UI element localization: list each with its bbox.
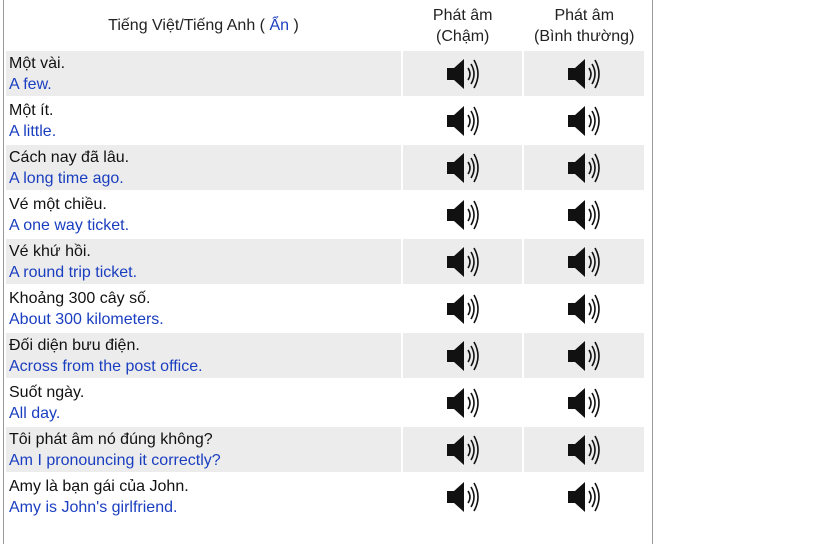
slow-audio-cell xyxy=(402,51,523,96)
table-row: Một ít. A little. xyxy=(6,98,644,143)
phrase-cell: Amy là bạn gái của John. Amy is John's gi… xyxy=(6,474,401,519)
phrase-cell: Một vài. A few. xyxy=(6,51,401,96)
normal-audio-cell xyxy=(524,286,644,331)
speaker-icon[interactable] xyxy=(564,383,604,423)
column-header-normal-line1: Phát âm xyxy=(554,6,615,24)
table-row: Cách nay đã lâu. A long time ago. xyxy=(6,145,644,190)
english-text: A little. xyxy=(9,122,57,140)
english-text: A long time ago. xyxy=(9,169,124,187)
vietnamese-text: Cách nay đã lâu. xyxy=(9,148,130,166)
table-row: Đối diện bưu điện. Across from the post o… xyxy=(6,333,644,378)
slow-audio-cell xyxy=(402,380,523,425)
normal-audio-cell xyxy=(524,51,644,96)
vietnamese-text: Khoảng 300 cây số. xyxy=(9,289,151,307)
vietnamese-text: Một vài. xyxy=(9,54,66,72)
english-text: A round trip ticket. xyxy=(9,263,138,281)
speaker-icon[interactable] xyxy=(443,54,483,94)
speaker-icon[interactable] xyxy=(564,195,604,235)
table-row: Vé khứ hồi. A round trip ticket. xyxy=(6,239,644,284)
normal-audio-cell xyxy=(524,98,644,143)
english-text: A few. xyxy=(9,75,52,93)
english-text: Amy is John's girlfriend. xyxy=(9,498,178,516)
column-header-normal: Phát âm (Bình thường) xyxy=(524,2,644,49)
slow-audio-cell xyxy=(402,427,523,472)
speaker-icon[interactable] xyxy=(443,383,483,423)
table-row: Một vài. A few. xyxy=(6,51,644,96)
vietnamese-text: Vé một chiều. xyxy=(9,195,107,213)
normal-audio-cell xyxy=(524,145,644,190)
table-row: Tôi phát âm nó đúng không? Am I pronounci… xyxy=(6,427,644,472)
speaker-icon[interactable] xyxy=(443,430,483,470)
table-body: Một vài. A few. Một ít. A little. Cách nay… xyxy=(6,51,644,519)
slow-audio-cell xyxy=(402,474,523,519)
speaker-icon[interactable] xyxy=(564,336,604,376)
vietnamese-text: Suốt ngày. xyxy=(9,383,85,401)
speaker-icon[interactable] xyxy=(564,430,604,470)
table-row: Vé một chiều. A one way ticket. xyxy=(6,192,644,237)
column-header-language-label: Tiếng Việt/Tiếng Anh ( xyxy=(108,17,265,34)
speaker-icon[interactable] xyxy=(564,242,604,282)
table-row: Khoảng 300 cây số. About 300 kilometers. xyxy=(6,286,644,331)
speaker-icon[interactable] xyxy=(443,101,483,141)
english-text: All day. xyxy=(9,404,61,422)
phrase-cell: Vé khứ hồi. A round trip ticket. xyxy=(6,239,401,284)
normal-audio-cell xyxy=(524,239,644,284)
column-header-normal-line2: (Bình thường) xyxy=(534,27,635,45)
slow-audio-cell xyxy=(402,98,523,143)
slow-audio-cell xyxy=(402,145,523,190)
vietnamese-text: Vé khứ hồi. xyxy=(9,242,91,260)
table-row: Amy là bạn gái của John. Amy is John's gi… xyxy=(6,474,644,519)
speaker-icon[interactable] xyxy=(443,242,483,282)
english-text: Am I pronouncing it correctly? xyxy=(9,451,221,469)
speaker-icon[interactable] xyxy=(564,101,604,141)
normal-audio-cell xyxy=(524,380,644,425)
speaker-icon[interactable] xyxy=(564,54,604,94)
speaker-icon[interactable] xyxy=(443,148,483,188)
table-header-row: Tiếng Việt/Tiếng Anh ( Ẩn ) Phát âm (Chậ… xyxy=(6,2,644,49)
speaker-icon[interactable] xyxy=(564,477,604,517)
phrase-cell: Suốt ngày. All day. xyxy=(6,380,401,425)
column-header-slow: Phát âm (Chậm) xyxy=(403,2,523,49)
vietnamese-text: Một ít. xyxy=(9,101,54,119)
slow-audio-cell xyxy=(402,333,523,378)
phrase-table: Tiếng Việt/Tiếng Anh ( Ẩn ) Phát âm (Chậ… xyxy=(4,0,646,521)
column-header-slow-line2: (Chậm) xyxy=(436,27,490,45)
table-row: Suốt ngày. All day. xyxy=(6,380,644,425)
speaker-icon[interactable] xyxy=(443,195,483,235)
english-text: Across from the post office. xyxy=(9,357,203,375)
vietnamese-text: Đối diện bưu điện. xyxy=(9,336,140,354)
column-header-slow-line1: Phát âm xyxy=(432,6,493,24)
column-header-language: Tiếng Việt/Tiếng Anh ( Ẩn ) xyxy=(6,2,401,49)
column-header-language-close: ) xyxy=(293,17,299,34)
phrase-cell: Một ít. A little. xyxy=(6,98,401,143)
speaker-icon[interactable] xyxy=(443,289,483,329)
slow-audio-cell xyxy=(402,192,523,237)
vietnamese-text: Tôi phát âm nó đúng không? xyxy=(9,430,213,448)
normal-audio-cell xyxy=(524,192,644,237)
speaker-icon[interactable] xyxy=(564,148,604,188)
phrase-cell: Đối diện bưu điện. Across from the post o… xyxy=(6,333,401,378)
english-text: About 300 kilometers. xyxy=(9,310,164,328)
normal-audio-cell xyxy=(524,474,644,519)
phrase-cell: Cách nay đã lâu. A long time ago. xyxy=(6,145,401,190)
slow-audio-cell xyxy=(402,286,523,331)
phrase-cell: Khoảng 300 cây số. About 300 kilometers. xyxy=(6,286,401,331)
normal-audio-cell xyxy=(524,333,644,378)
hide-translation-link[interactable]: Ẩn xyxy=(269,17,289,34)
english-text: A one way ticket. xyxy=(9,216,130,234)
speaker-icon[interactable] xyxy=(564,289,604,329)
speaker-icon[interactable] xyxy=(443,336,483,376)
speaker-icon[interactable] xyxy=(443,477,483,517)
normal-audio-cell xyxy=(524,427,644,472)
phrase-cell: Tôi phát âm nó đúng không? Am I pronounci… xyxy=(6,427,401,472)
slow-audio-cell xyxy=(402,239,523,284)
phrase-cell: Vé một chiều. A one way ticket. xyxy=(6,192,401,237)
vietnamese-text: Amy là bạn gái của John. xyxy=(9,477,189,495)
